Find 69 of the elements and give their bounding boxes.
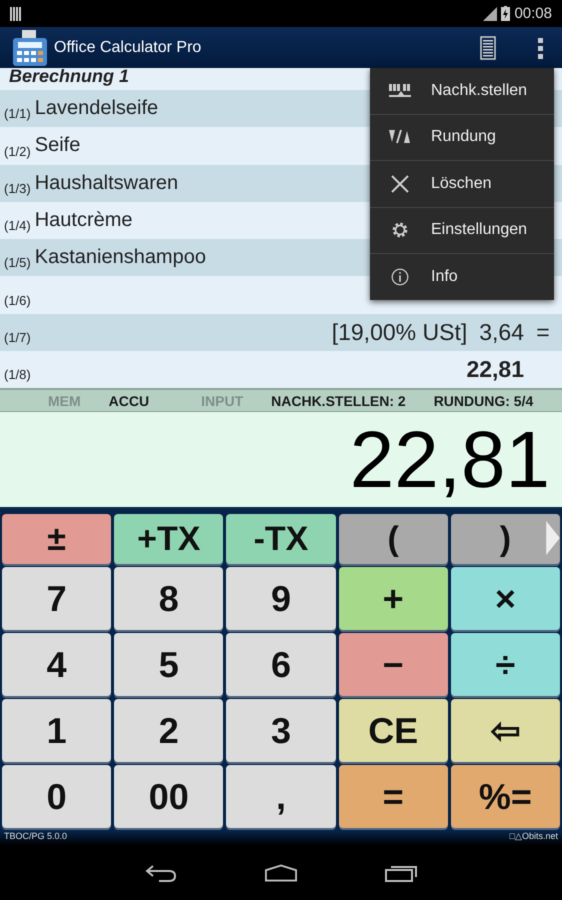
calculator-key[interactable]: %=	[450, 765, 560, 828]
menu-item[interactable]: Info	[370, 254, 554, 300]
notification-icon	[10, 6, 22, 20]
calculator-key[interactable]: 4	[2, 633, 112, 696]
item-label: Hautcrème	[34, 209, 133, 232]
row-index: (1/3)	[4, 180, 31, 198]
calculator-key[interactable]: -TX	[226, 514, 336, 564]
info-icon	[389, 268, 411, 286]
row-index: (1/1)	[4, 106, 31, 124]
calculator-icon	[12, 30, 48, 66]
menu-item[interactable]: Einstellungen	[370, 208, 554, 254]
menu-item[interactable]: Rundung	[370, 114, 554, 161]
close-icon	[389, 174, 411, 193]
row-index: (1/8)	[4, 367, 31, 384]
status-indicator: ACCU	[108, 392, 150, 409]
calculator-key[interactable]: 8	[114, 567, 224, 630]
row-operator: =	[536, 318, 550, 345]
calculator-key[interactable]: 3	[226, 699, 336, 762]
calculation-title: Berechnung 1	[9, 66, 130, 86]
row-index: (1/4)	[4, 218, 31, 236]
calculator-key[interactable]: (	[338, 514, 448, 564]
status-indicator: MEM	[48, 392, 81, 409]
item-label: Lavendelseife	[34, 97, 158, 120]
calculator-key[interactable]: 5	[114, 633, 224, 696]
calculator-key[interactable]: −	[338, 633, 448, 696]
row-index: (1/6)	[4, 292, 31, 310]
signal-icon	[483, 6, 498, 20]
calculator-key[interactable]: 0	[2, 765, 112, 828]
menu-item[interactable]: Löschen	[370, 161, 554, 208]
calculator-key[interactable]: )	[450, 514, 560, 564]
calculator-key[interactable]: 2	[114, 699, 224, 762]
calculator-key[interactable]: 1	[2, 699, 112, 762]
row-index: (1/5)	[4, 255, 31, 272]
calculator-key[interactable]: ±	[2, 514, 112, 564]
row-index: (1/2)	[4, 144, 31, 161]
recent-apps-icon[interactable]	[385, 864, 417, 882]
tax-note: [19,00% USt]	[332, 318, 468, 346]
app-title: Office Calculator Pro	[54, 38, 202, 56]
row-index: (1/7)	[4, 330, 31, 348]
row-value: 22,81	[466, 356, 524, 384]
brand-label: □△Obits.net	[510, 831, 558, 844]
display-value: 22,81	[350, 414, 550, 506]
calculator-key[interactable]: ÷	[450, 633, 560, 696]
calculator-key[interactable]: ,	[226, 765, 336, 828]
calculator-key[interactable]: CE	[338, 699, 448, 762]
menu-item[interactable]: Nachk.stellen	[370, 68, 554, 114]
version-label: TBOC/PG 5.0.0	[4, 831, 68, 844]
digits-icon	[389, 82, 411, 100]
calculator-key[interactable]: 6	[226, 633, 336, 696]
calculator-key[interactable]: =	[338, 765, 448, 828]
calculator-key[interactable]: +TX	[114, 514, 224, 564]
calculator-key[interactable]: 00	[114, 765, 224, 828]
status-indicator: INPUT	[201, 392, 244, 409]
item-label: Seife	[34, 134, 80, 158]
status-indicator: NACHK.STELLEN: 2	[271, 392, 406, 409]
back-icon[interactable]	[145, 864, 177, 882]
item-label: Haushaltswaren	[34, 172, 178, 195]
calculator-key[interactable]: 7	[2, 567, 112, 630]
row-value: 3,64	[479, 318, 524, 346]
calculator-key[interactable]: 9	[226, 567, 336, 630]
calculator-key[interactable]: +	[338, 567, 448, 630]
home-icon[interactable]	[265, 864, 297, 882]
status-indicator: RUNDUNG: 5/4	[434, 392, 534, 409]
right-arrow-icon[interactable]	[544, 521, 562, 556]
calculator-key[interactable]: ×	[450, 567, 560, 630]
calculator-key[interactable]: ⇦	[450, 699, 560, 762]
clock: 00:08	[514, 5, 552, 22]
battery-icon	[501, 6, 510, 21]
item-label: Kastanienshampoo	[34, 246, 206, 270]
